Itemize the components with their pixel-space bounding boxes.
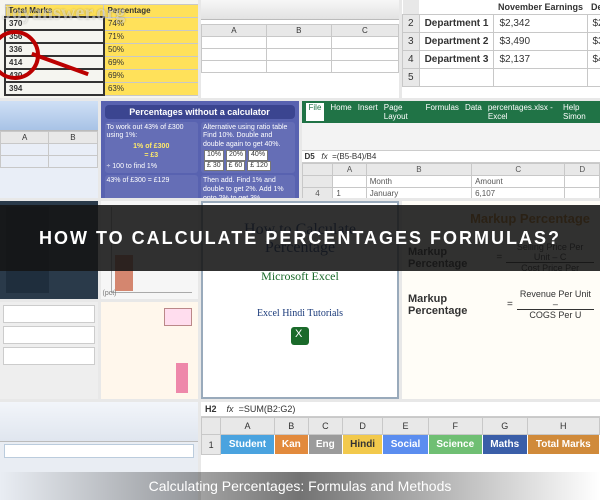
markup-formula-2: Markup Percentage= Revenue Per Unit –COG… <box>408 289 594 320</box>
filename: percentages.xlsx - Excel <box>488 103 557 121</box>
card-title: Percentages without a calculator <box>105 105 295 119</box>
col-eng: Eng <box>308 435 342 455</box>
ribbon-body <box>302 123 600 151</box>
dept-2: Department 2 <box>419 33 494 51</box>
fx-icon: fx <box>227 404 234 414</box>
left-method: To work out 43% of £300 using 1%: 1% of … <box>105 122 199 174</box>
help-label: Help Simon <box>563 103 596 121</box>
thumb-gray-toolbar[interactable] <box>0 302 98 400</box>
formula-bar: =SUM(B2:G2) <box>239 404 296 414</box>
overlay-title-band: HOW TO CALCULATE PERCENTAGES FORMULAS? <box>0 205 600 271</box>
overlay-title-text: HOW TO CALCULATE PERCENTAGES FORMULAS? <box>39 228 561 249</box>
axis-label: (pct) <box>103 290 117 297</box>
chart-legend <box>164 308 192 326</box>
name-box: H2 <box>205 404 217 414</box>
dept-3: Department 3 <box>419 51 494 69</box>
thumb-excel-2007[interactable]: AB <box>0 101 98 199</box>
ribbon <box>0 402 198 442</box>
chart-bar <box>176 363 188 393</box>
thumb-department-earnings[interactable]: November EarningsDecember EarningsDiff 2… <box>402 0 600 98</box>
fx-icon: fx <box>321 152 327 161</box>
thumb-excel-green[interactable]: FileHomeInsertPage LayoutFormulasData pe… <box>302 101 600 199</box>
slide-footer: Excel Hindi Tutorials <box>209 308 391 319</box>
col-kan: Kan <box>274 435 308 455</box>
col-november: November Earnings <box>494 0 587 15</box>
name-box: D5 <box>305 152 315 161</box>
ribbon-tabs: FileHomeInsertPage LayoutFormulasData pe… <box>302 101 600 123</box>
col-social: Social <box>383 435 428 455</box>
dept-1: Department 1 <box>419 15 494 33</box>
col-total: Total Marks <box>527 435 599 455</box>
excel-logo-icon <box>291 327 309 345</box>
watermark: Joyanswer.org <box>2 2 125 25</box>
thumb-excel-blank[interactable]: ABC <box>201 0 399 98</box>
col-maths: Maths <box>482 435 527 455</box>
ribbon <box>0 101 98 131</box>
thumb-percentages-without-calculator[interactable]: Percentages without a calculator To work… <box>101 101 299 199</box>
thumb-cream-chart[interactable] <box>101 302 199 400</box>
formula-bar: =(B5-B4)/B4 <box>332 152 376 161</box>
col-student: Student <box>221 435 275 455</box>
bottom-caption: Calculating Percentages: Formulas and Me… <box>0 472 600 500</box>
col-science: Science <box>428 435 482 455</box>
slide-subtitle: Microsoft Excel <box>209 269 391 284</box>
formula-bar <box>4 444 194 458</box>
ribbon <box>201 0 399 20</box>
col-hindi: Hindi <box>342 435 383 455</box>
col-december: December Earnings <box>587 0 600 15</box>
right-method: Alternative using ratio table Find 10%. … <box>201 122 295 174</box>
